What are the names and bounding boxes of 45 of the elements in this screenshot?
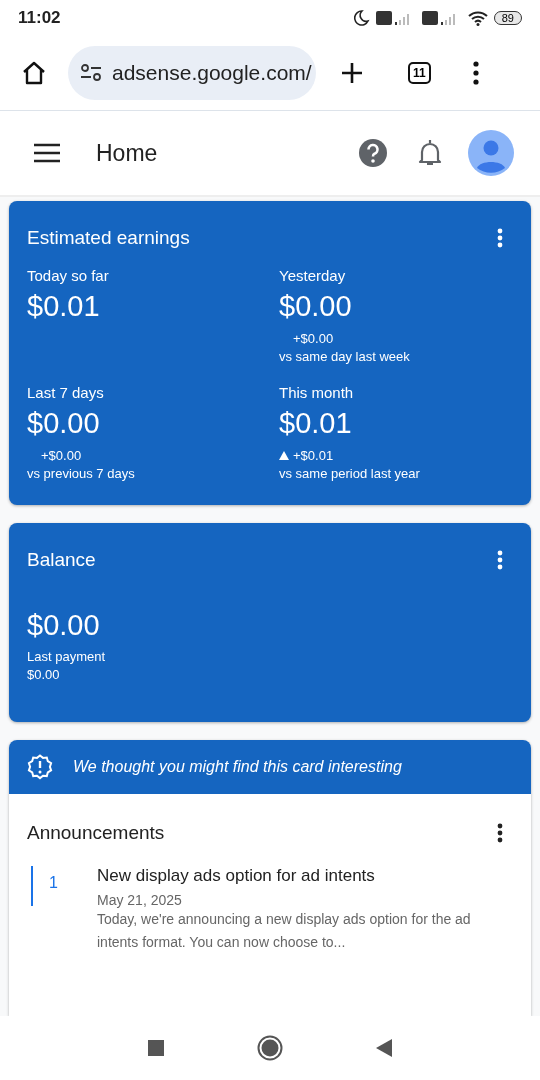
announcement-date: May 21, 2025 — [97, 892, 183, 908]
metric-comparison: vs same period last year — [279, 466, 421, 481]
card-title: Estimated earnings — [27, 227, 190, 249]
alert-badge-icon — [27, 754, 53, 780]
more-icon[interactable] — [497, 823, 503, 843]
metric-value: $0.00 — [27, 407, 101, 440]
site-settings-icon[interactable] — [80, 64, 102, 82]
metric-value: $0.01 — [279, 407, 353, 440]
announcement-number: 1 — [31, 866, 79, 906]
payment-label: Last payment — [27, 649, 107, 664]
metric-value: $0.01 — [27, 290, 101, 323]
metric-label: Today so far — [27, 267, 110, 284]
tab-count-button[interactable]: 11 — [408, 62, 431, 84]
metric-change: +$0.00 — [41, 448, 82, 463]
metric-change: +$0.01 — [293, 448, 334, 463]
metric-value: $0.00 — [279, 290, 353, 323]
help-icon[interactable] — [358, 138, 388, 168]
url-text: adsense.google.com/ — [112, 61, 312, 85]
metric-change: +$0.00 — [293, 331, 334, 346]
battery-indicator: 89 — [493, 11, 522, 25]
menu-icon[interactable] — [34, 143, 60, 163]
announcement-text: Today, we're announcing a new display ads option for the ad intents format. You can now choose to... — [97, 910, 472, 952]
back-icon[interactable] — [375, 1038, 393, 1058]
status-time: 11:02 — [18, 8, 61, 28]
card-title: Balance — [27, 549, 96, 571]
card-title: Announcements — [27, 822, 165, 844]
plus-icon[interactable] — [340, 61, 364, 85]
page-title: Home — [96, 139, 159, 167]
metric-label: This month — [279, 384, 355, 401]
more-icon[interactable] — [472, 61, 479, 85]
moon-icon — [351, 9, 370, 27]
metric-comparison: vs same day last week — [279, 349, 411, 364]
home-button-icon[interactable] — [257, 1035, 283, 1061]
address-bar[interactable]: adsense.google.com/ — [68, 46, 316, 100]
recents-icon[interactable] — [147, 1039, 165, 1057]
metric-label: Last 7 days — [27, 384, 105, 401]
bell-icon[interactable] — [418, 139, 442, 167]
metric-comparison: vs previous 7 days — [27, 466, 136, 481]
avatar-icon[interactable] — [468, 130, 514, 176]
metric-label: Yesterday — [279, 267, 347, 284]
balance-value: $0.00 — [27, 609, 101, 642]
wifi-icon — [467, 10, 488, 26]
payment-value: $0.00 — [27, 667, 61, 682]
announcement-title[interactable]: New display ads option for ad intents — [97, 866, 511, 886]
banner-text: We thought you might find this card interesting — [73, 758, 402, 776]
